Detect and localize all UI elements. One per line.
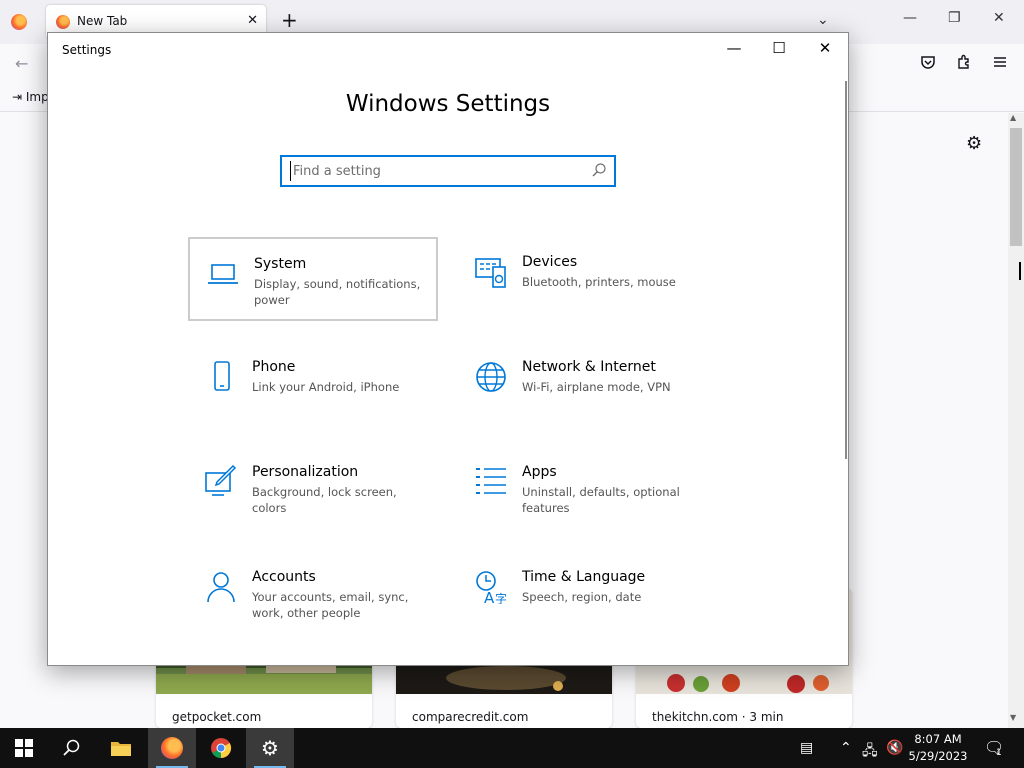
taskbar-file-explorer[interactable] xyxy=(97,728,145,768)
category-name: System xyxy=(254,256,307,272)
chrome-icon xyxy=(211,738,232,759)
category-time-language[interactable]: A 字 Time & Language Speech, region, date xyxy=(458,552,708,636)
svg-text:字: 字 xyxy=(495,591,507,604)
tab-list-chevron-icon[interactable]: ⌄ xyxy=(817,12,829,28)
category-network-internet[interactable]: Network & Internet Wi-Fi, airplane mode,… xyxy=(458,342,708,426)
search-icon xyxy=(592,163,606,177)
paint-icon xyxy=(205,465,237,496)
show-hidden-icons-chevron-icon[interactable]: ⌃ xyxy=(840,740,852,756)
category-description: Link your Android, iPhone xyxy=(252,380,400,394)
category-description: Wi-Fi, airplane mode, VPN xyxy=(522,380,671,394)
clock[interactable]: 8:07 AM 5/29/2023 xyxy=(900,731,976,765)
back-arrow-icon[interactable]: ← xyxy=(15,54,28,73)
settings-scrollbar[interactable] xyxy=(845,81,847,459)
category-description: Uninstall, defaults, optional features xyxy=(522,485,680,515)
story-source: getpocket.com xyxy=(172,710,262,724)
settings-window: Settings — ☐ ✕ Windows Settings System D… xyxy=(47,32,849,666)
category-system[interactable]: System Display, sound, notifications, po… xyxy=(188,237,438,321)
category-name: Accounts xyxy=(252,569,316,585)
category-description: Your accounts, email, sync, work, other … xyxy=(252,590,409,620)
person-icon xyxy=(207,572,235,603)
search-icon xyxy=(63,739,80,756)
category-accounts[interactable]: Accounts Your accounts, email, sync, wor… xyxy=(188,552,438,636)
category-description: Speech, region, date xyxy=(522,590,642,604)
start-button[interactable] xyxy=(0,728,48,768)
category-phone[interactable]: Phone Link your Android, iPhone xyxy=(188,342,438,426)
phone-icon xyxy=(214,361,230,391)
tab-title: New Tab xyxy=(77,14,128,28)
new-tab-settings-gear-icon[interactable]: ⚙ xyxy=(966,133,982,154)
taskbar-chrome[interactable] xyxy=(197,728,245,768)
firefox-icon xyxy=(161,737,183,759)
gear-icon: ⚙ xyxy=(261,736,279,760)
category-name: Apps xyxy=(522,464,557,480)
scroll-down-icon[interactable]: ▼ xyxy=(1010,713,1016,722)
firefox-restore-button[interactable]: ❐ xyxy=(948,10,961,26)
clock-date: 5/29/2023 xyxy=(908,749,968,763)
category-name: Personalization xyxy=(252,464,359,480)
taskbar-firefox[interactable] xyxy=(148,728,196,768)
scroll-up-icon[interactable]: ▲ xyxy=(1010,113,1016,122)
firefox-favicon-icon xyxy=(56,15,70,29)
settings-maximize-button[interactable]: ☐ xyxy=(764,39,794,57)
category-devices[interactable]: Devices Bluetooth, printers, mouse xyxy=(458,237,708,321)
taskbar-search-button[interactable] xyxy=(48,728,96,768)
settings-window-title: Settings xyxy=(62,43,112,57)
category-description: Bluetooth, printers, mouse xyxy=(522,275,676,289)
devices-icon xyxy=(475,258,506,288)
story-source: comparecredit.com xyxy=(412,710,529,724)
apps-list-icon xyxy=(476,468,506,494)
globe-icon xyxy=(476,362,506,392)
category-description: Display, sound, notifications, power xyxy=(254,277,421,307)
svg-text:A: A xyxy=(484,589,495,604)
story-source: thekitchn.com · 3 min xyxy=(652,710,784,724)
firefox-minimize-button[interactable]: — xyxy=(903,10,917,26)
search-box[interactable] xyxy=(280,155,616,187)
taskbar-settings[interactable]: ⚙ xyxy=(246,728,294,768)
category-personalization[interactable]: Personalization Background, lock screen,… xyxy=(188,447,438,531)
taskbar: ⚙ ▤ ⌃ 🖧 🔇 8:07 AM 5/29/2023 🗨 1 xyxy=(0,728,1024,768)
windows-logo-icon xyxy=(15,739,33,757)
category-description: Background, lock screen, colors xyxy=(252,485,397,515)
firefox-close-button[interactable]: ✕ xyxy=(993,10,1005,26)
scrollbar-thumb[interactable] xyxy=(1010,128,1022,246)
tab-close-icon[interactable]: ✕ xyxy=(247,13,258,28)
clock-time: 8:07 AM xyxy=(914,732,962,746)
settings-close-button[interactable]: ✕ xyxy=(810,39,840,57)
news-widget-icon[interactable]: ▤ xyxy=(800,740,813,756)
mouse-cursor-icon xyxy=(1019,262,1024,280)
settings-minimize-button[interactable]: — xyxy=(719,39,749,57)
import-label: Imp xyxy=(25,90,49,104)
category-name: Time & Language xyxy=(522,569,646,585)
category-name: Phone xyxy=(252,359,296,375)
firefox-logo-icon[interactable] xyxy=(11,14,27,30)
notification-count-badge: 1 xyxy=(996,748,1002,758)
network-icon[interactable]: 🖧 xyxy=(862,740,878,764)
import-icon: ⇥ xyxy=(12,90,26,104)
import-bookmarks-button[interactable]: ⇥ Imp xyxy=(12,90,49,104)
time-language-icon: A 字 xyxy=(476,571,507,604)
new-tab-button[interactable]: + xyxy=(281,10,298,30)
page-title: Windows Settings xyxy=(345,91,551,117)
category-name: Network & Internet xyxy=(522,359,656,375)
extensions-icon[interactable] xyxy=(956,54,972,74)
search-input[interactable] xyxy=(290,161,580,181)
hamburger-menu-icon[interactable] xyxy=(992,54,1008,74)
category-name: Devices xyxy=(522,254,578,270)
laptop-icon xyxy=(208,264,238,284)
pocket-icon[interactable] xyxy=(920,54,936,74)
folder-icon xyxy=(111,742,131,756)
category-apps[interactable]: Apps Uninstall, defaults, optional featu… xyxy=(458,447,708,531)
